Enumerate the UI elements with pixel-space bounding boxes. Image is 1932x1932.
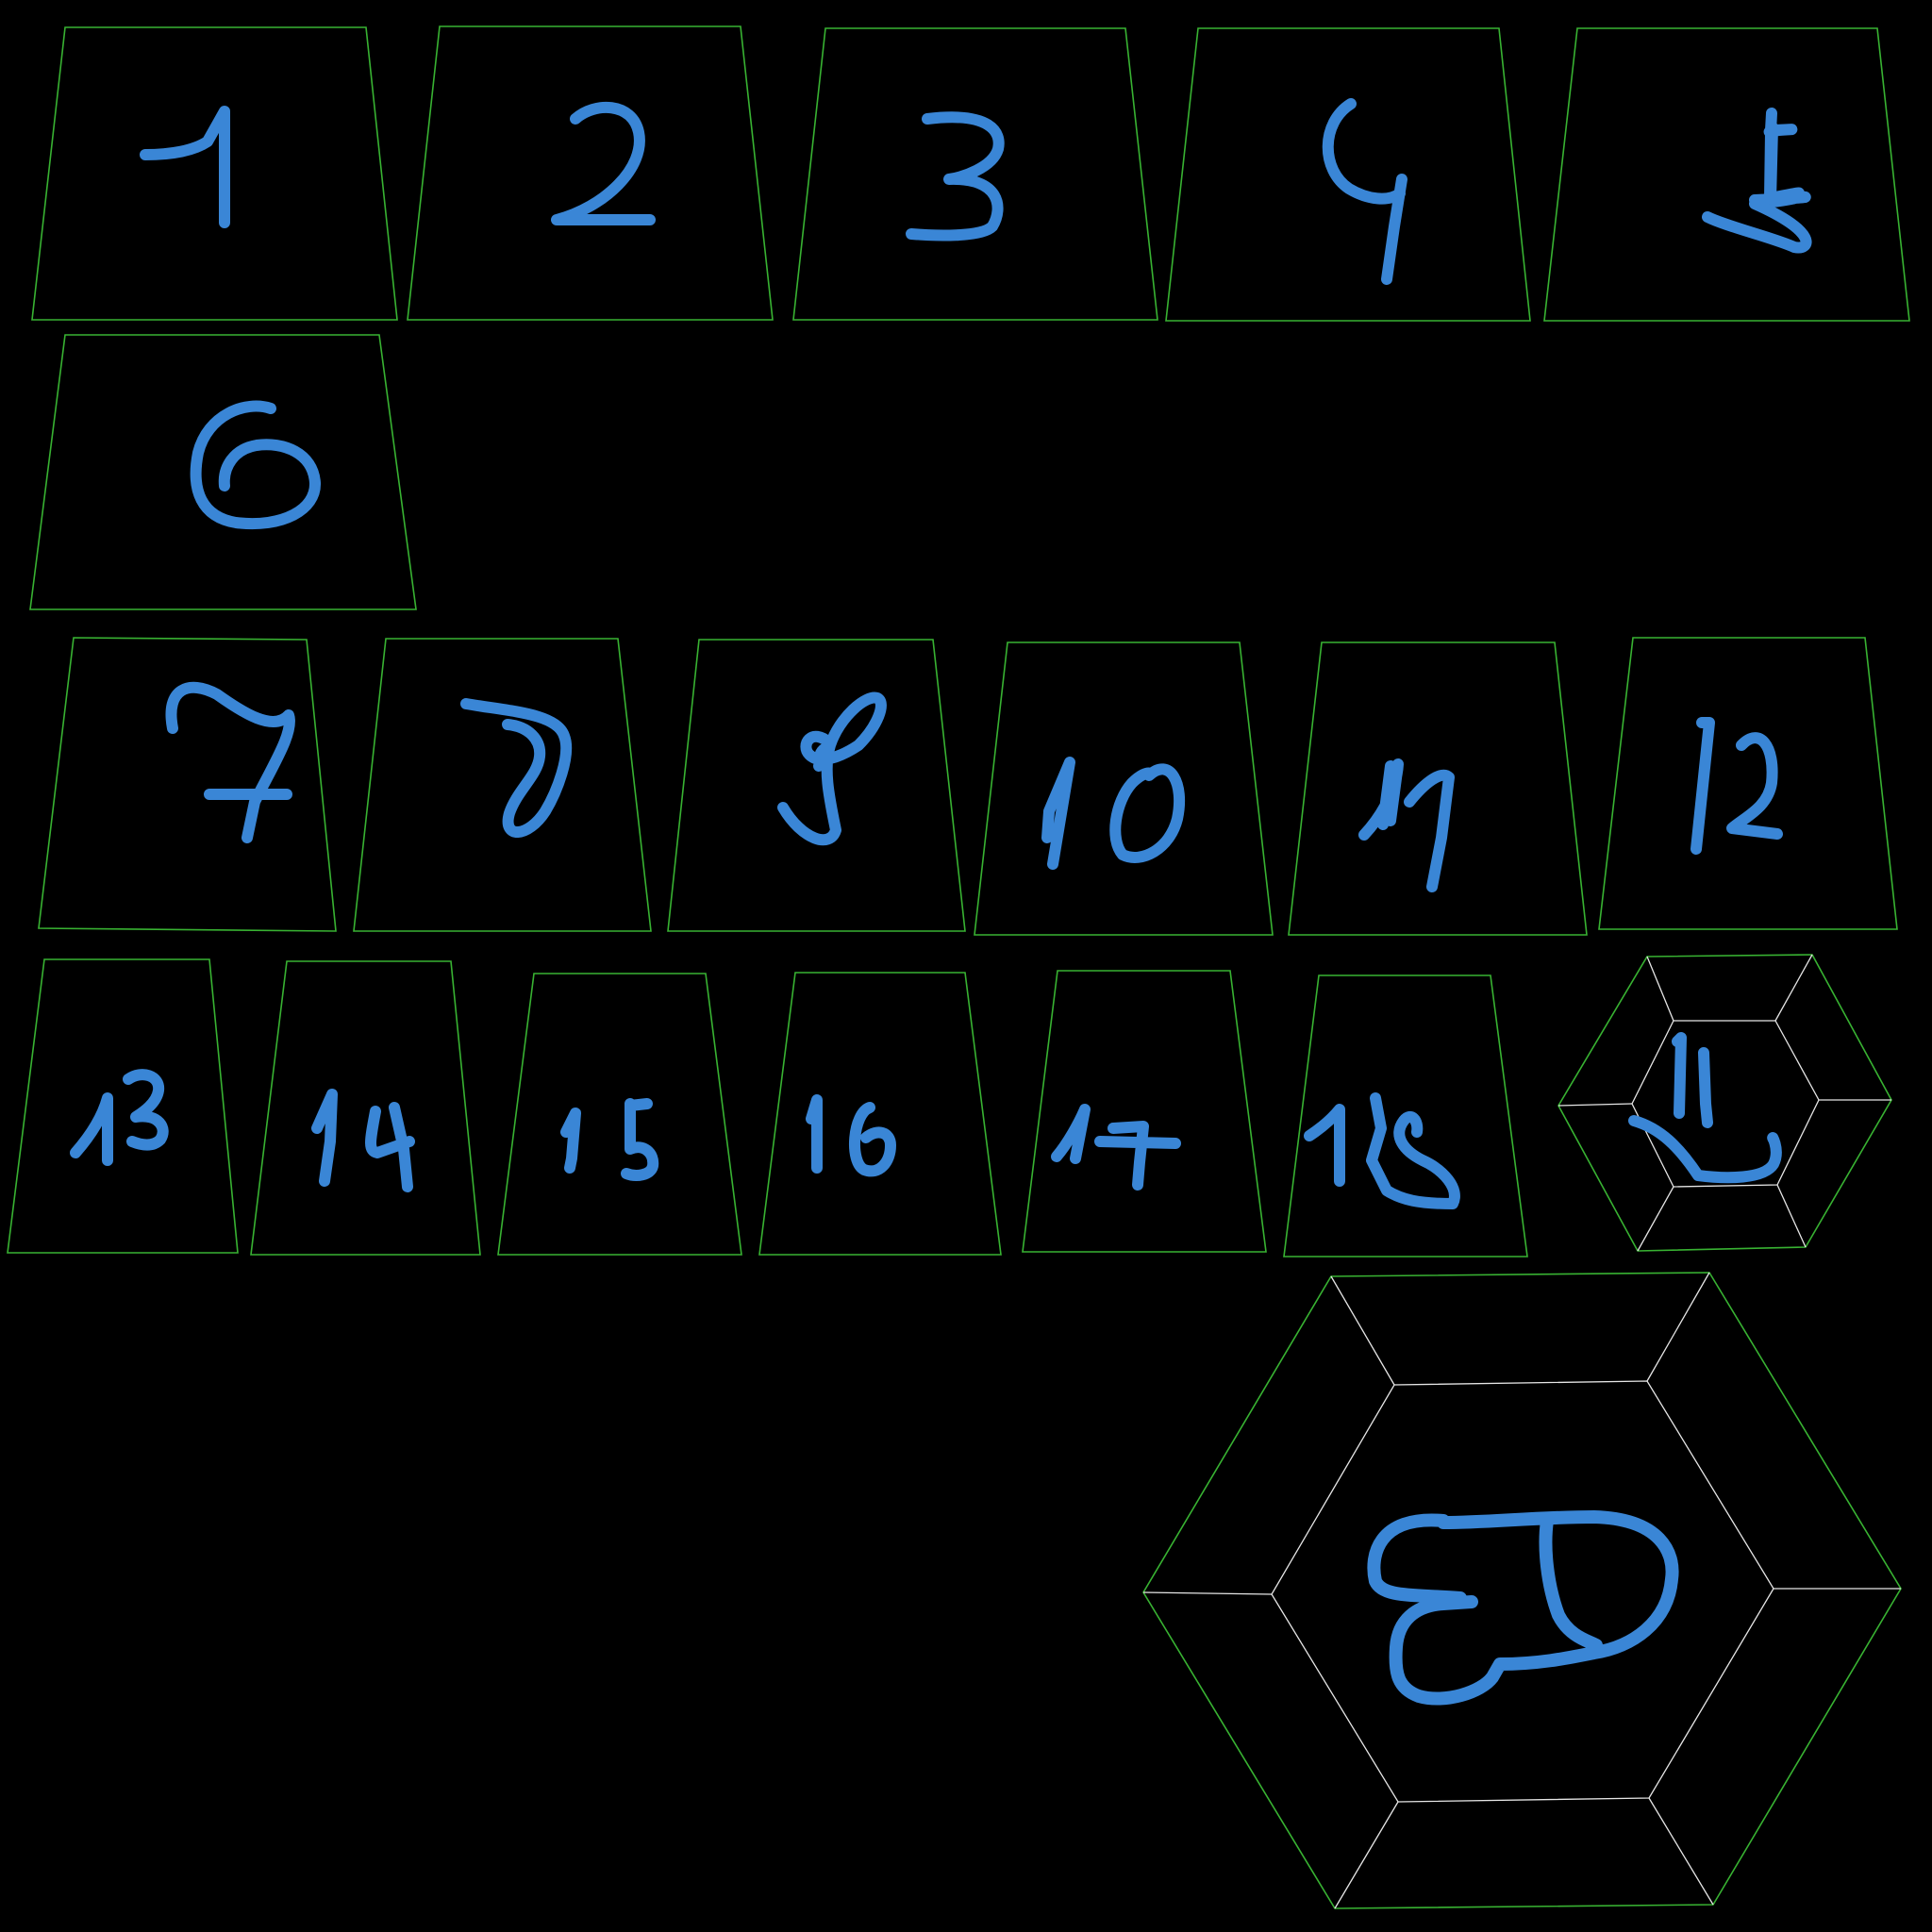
panel-3 <box>792 27 1158 321</box>
panel-label-13: 13 <box>123 1124 135 1135</box>
digit-10-glyph <box>1041 757 1186 870</box>
texture-atlas-canvas: 1 2 3 4 5 6 7 8 9 10 11 12 13 14 15 16 1… <box>7 25 1910 1909</box>
panel-5 <box>1543 27 1910 322</box>
panel-label-9: 9 <box>830 766 836 776</box>
panel-7 <box>38 637 337 932</box>
digit-8-glyph <box>460 698 573 838</box>
digit-15-glyph <box>560 1098 659 1181</box>
panel-label-15: 15 <box>613 1124 625 1135</box>
panel-2 <box>407 25 774 321</box>
digit-1-glyph <box>140 106 230 228</box>
hex-small-doodle <box>1628 1032 1782 1184</box>
panel-label-16: 16 <box>849 1124 861 1135</box>
digit-7-glyph <box>165 681 295 843</box>
panel-8 <box>353 638 652 932</box>
panel-13 <box>7 958 239 1254</box>
panel-15 <box>497 973 742 1256</box>
digit-3-glyph <box>906 111 1005 242</box>
panel-6 <box>29 334 417 610</box>
panel-17 <box>1022 970 1267 1253</box>
panel-12 <box>1598 637 1898 930</box>
panel-11 <box>1288 641 1588 936</box>
panel-label-10: 10 <box>1123 804 1135 814</box>
panel-16 <box>758 972 1002 1256</box>
panel-10 <box>974 641 1274 936</box>
digit-6-glyph <box>190 400 321 530</box>
panel-9 <box>667 639 966 932</box>
digit-16-glyph <box>806 1094 896 1177</box>
panel-label-18: 18 <box>1387 1124 1399 1135</box>
hex-panel-large <box>1142 1272 1902 1909</box>
hex-large-inner-face <box>1271 1380 1774 1803</box>
panel-18 <box>1283 974 1528 1257</box>
panel-label-11: 11 <box>1415 804 1427 814</box>
digit-2-glyph <box>551 101 656 225</box>
digit-11-glyph <box>1358 758 1455 892</box>
panel-label-2: 2 <box>585 162 591 173</box>
panel-label-6: 6 <box>245 464 251 475</box>
digit-5-glyph <box>1749 108 1811 208</box>
hex-small-label: 11 <box>1689 1077 1701 1088</box>
panel-label-4: 4 <box>1358 162 1364 173</box>
panel-4 <box>1165 27 1531 322</box>
digit-4-glyph <box>1322 98 1407 285</box>
panel-label-8: 8 <box>528 766 534 776</box>
panel-1 <box>31 26 398 321</box>
hex-large-doodle <box>1367 1510 1679 1706</box>
panel-14 <box>250 960 481 1256</box>
panel-label-12: 12 <box>1736 785 1748 795</box>
digit-13-glyph <box>70 1069 169 1166</box>
digit-5-bottom-glyph <box>1702 198 1812 254</box>
digit-18-glyph <box>1304 1092 1460 1209</box>
panel-label-5: 5 <box>1755 162 1760 173</box>
panel-label-1: 1 <box>189 162 194 173</box>
digit-17-glyph <box>1051 1104 1181 1191</box>
hex-panel-small <box>1557 954 1892 1252</box>
hex-small-inner-face <box>1631 1020 1820 1188</box>
panel-label-14: 14 <box>368 1124 380 1135</box>
panel-label-17: 17 <box>1123 1124 1135 1135</box>
panel-label-7: 7 <box>226 766 232 776</box>
digit-14-glyph <box>311 1089 415 1192</box>
panel-label-3: 3 <box>962 162 968 173</box>
